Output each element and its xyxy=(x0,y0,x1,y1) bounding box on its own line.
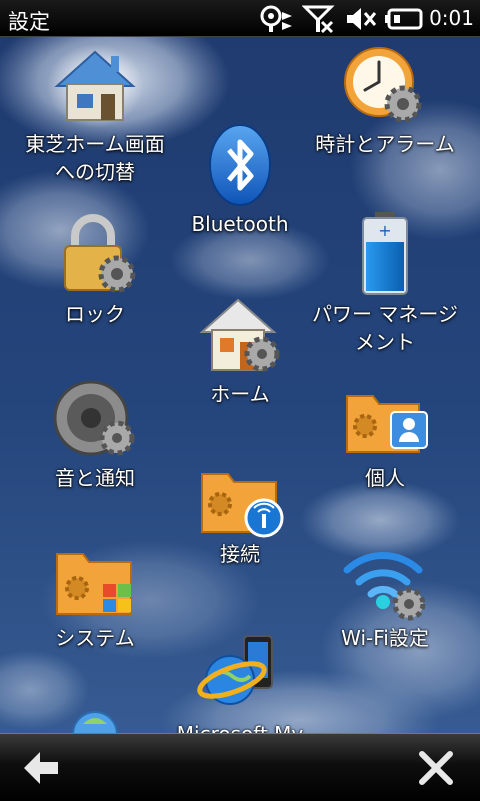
tile-my-phone[interactable]: Microsoft My xyxy=(155,632,325,733)
globe-phone-icon xyxy=(197,635,273,705)
close-icon[interactable] xyxy=(414,746,458,790)
house-gear-icon xyxy=(199,298,280,372)
svg-text:+: + xyxy=(378,221,391,240)
padlock-gear-icon xyxy=(64,214,136,293)
status-bar: 設定 0:01 xyxy=(0,0,480,37)
back-arrow-icon[interactable] xyxy=(20,746,64,790)
bluetooth-icon xyxy=(209,124,271,206)
tile-label: 時計とアラーム xyxy=(315,132,455,156)
page-title: 設定 xyxy=(8,10,50,34)
sync-icon[interactable] xyxy=(258,4,296,34)
folder-person-icon xyxy=(346,395,428,453)
house-glow-icon xyxy=(47,44,143,128)
tile-personal[interactable]: 個人 xyxy=(300,376,470,492)
bottom-bar xyxy=(0,733,480,801)
clock-gear-icon xyxy=(344,47,422,123)
tile-partial[interactable] xyxy=(10,704,180,733)
battery-icon: + xyxy=(362,212,408,295)
battery-status-icon[interactable] xyxy=(384,4,424,34)
tile-label: Microsoft My xyxy=(155,720,325,733)
tile-label: Wi-Fi設定 xyxy=(341,626,429,650)
speaker-gear-icon xyxy=(53,380,135,456)
signal-off-icon[interactable] xyxy=(302,4,336,34)
tile-clock-alarm[interactable]: 時計とアラーム xyxy=(300,42,470,158)
tile-label: パワー マネージ メント xyxy=(312,302,458,354)
tile-power[interactable]: + パワー マネージ メント xyxy=(300,212,470,356)
tile-wifi[interactable]: Wi-Fi設定 xyxy=(300,536,470,652)
clock-time: 0:01 xyxy=(429,6,474,30)
settings-grid: 東芝ホーム画面 への切替 Bluetooth 時計とアラーム ロック ホーム +… xyxy=(0,36,480,733)
globe-partial-icon xyxy=(72,711,118,733)
folder-antenna-icon xyxy=(201,473,284,538)
wifi-gear-icon xyxy=(343,552,426,621)
volume-muted-icon[interactable] xyxy=(344,4,378,34)
folder-windows-icon xyxy=(56,553,132,615)
tile-label: 個人 xyxy=(365,466,405,490)
